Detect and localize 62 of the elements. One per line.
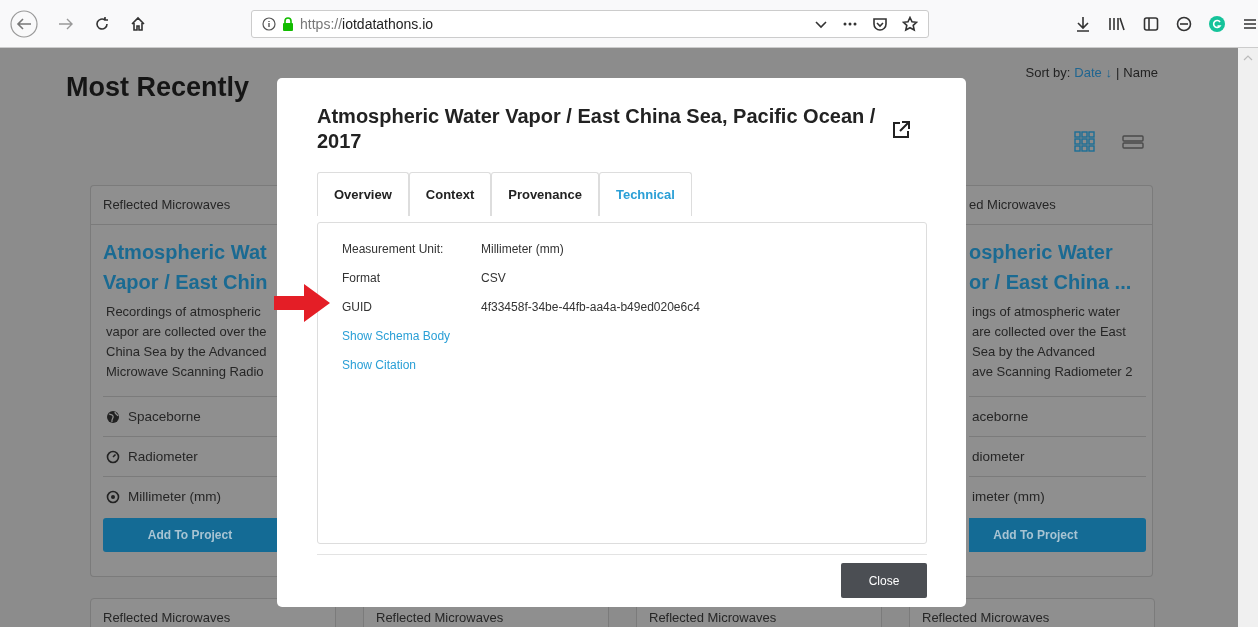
card-header: Reflected Microwaves — [921, 609, 1051, 625]
fact-text: aceborne — [972, 409, 1029, 424]
add-to-project-button[interactable]: Add To Project — [969, 518, 1146, 552]
url-text: https://iotdatathons.io — [300, 15, 435, 32]
add-to-project-button[interactable]: Add To Project — [103, 518, 277, 552]
card-header: Reflected Microwaves — [648, 609, 778, 625]
home-icon[interactable] — [129, 14, 147, 33]
scrollbar[interactable] — [1238, 48, 1258, 627]
card-title[interactable]: or / East China ... — [969, 267, 1146, 297]
sidebar-icon[interactable] — [1143, 15, 1159, 32]
lock-icon — [282, 16, 295, 31]
library-icon[interactable] — [1108, 15, 1126, 32]
page-heading: Most Recently — [66, 71, 250, 104]
field-label: Format — [342, 270, 381, 285]
field-value: Millimeter (mm) — [481, 241, 564, 256]
fact-text: Radiometer — [128, 449, 198, 464]
back-icon[interactable] — [9, 8, 39, 39]
field-value: 4f33458f-34be-44fb-aa4a-b49ed020e6c4 — [481, 299, 700, 314]
fact-text: diometer — [972, 449, 1025, 464]
separator: | — [1115, 65, 1120, 80]
card-title[interactable]: Atmospheric Wat — [103, 237, 277, 267]
card-description: Recordings of atmospheric — [106, 303, 262, 321]
sort-link[interactable]: Date ↓ — [1074, 65, 1112, 80]
target-icon — [106, 489, 120, 504]
fact-text: imeter (mm) — [972, 489, 1045, 504]
close-button[interactable]: Close — [841, 563, 927, 598]
fact-text: Spaceborne — [128, 409, 201, 424]
pocket-icon[interactable] — [872, 15, 888, 32]
globe-icon — [106, 409, 120, 424]
address-bar[interactable]: https://iotdatathons.io — [251, 9, 929, 38]
field-label: GUID — [342, 299, 373, 314]
info-icon — [262, 16, 277, 31]
arrow-icon — [274, 284, 330, 322]
card-description: Sea by the Advanced — [972, 343, 1096, 361]
card-description: ings of atmospheric water — [972, 303, 1122, 321]
sort-link[interactable]: Name — [1123, 65, 1158, 80]
card-header: Reflected Microwaves — [102, 609, 232, 625]
tab[interactable]: Context — [408, 172, 492, 216]
tab[interactable]: Technical — [598, 172, 692, 216]
download-icon[interactable] — [1075, 14, 1091, 33]
field-label: Measurement Unit: — [342, 241, 445, 256]
star-icon[interactable] — [902, 15, 918, 32]
card-description: vapor are collected over the — [106, 323, 268, 341]
link[interactable]: Show Schema Body — [342, 328, 451, 343]
card-description: Microwave Scanning Radio — [106, 363, 265, 381]
field-value: CSV — [481, 270, 506, 285]
sort-label: Sort by: — [1025, 65, 1071, 80]
dialog-title: Atmospheric Water Vapor / East China Sea, Pacific Ocean / 2017 — [317, 104, 877, 154]
tab[interactable]: Overview — [317, 172, 409, 216]
reload-icon[interactable] — [93, 14, 111, 33]
link[interactable]: Show Citation — [342, 357, 417, 372]
card-description: China Sea by the Advanced — [106, 343, 268, 361]
card-header: Reflected Microwaves — [375, 609, 505, 625]
tab[interactable]: Provenance — [491, 172, 599, 216]
gauge-icon — [106, 449, 120, 464]
card-title[interactable]: Vapor / East Chin — [103, 267, 277, 297]
account-icon[interactable] — [1176, 15, 1192, 32]
card-description: are collected over the East — [972, 323, 1127, 341]
fact-text: Millimeter (mm) — [128, 489, 221, 504]
card-description: ave Scanning Radiometer 2 — [972, 363, 1134, 381]
card-title[interactable]: ospheric Water — [969, 237, 1146, 267]
external-link-icon[interactable] — [891, 120, 911, 140]
